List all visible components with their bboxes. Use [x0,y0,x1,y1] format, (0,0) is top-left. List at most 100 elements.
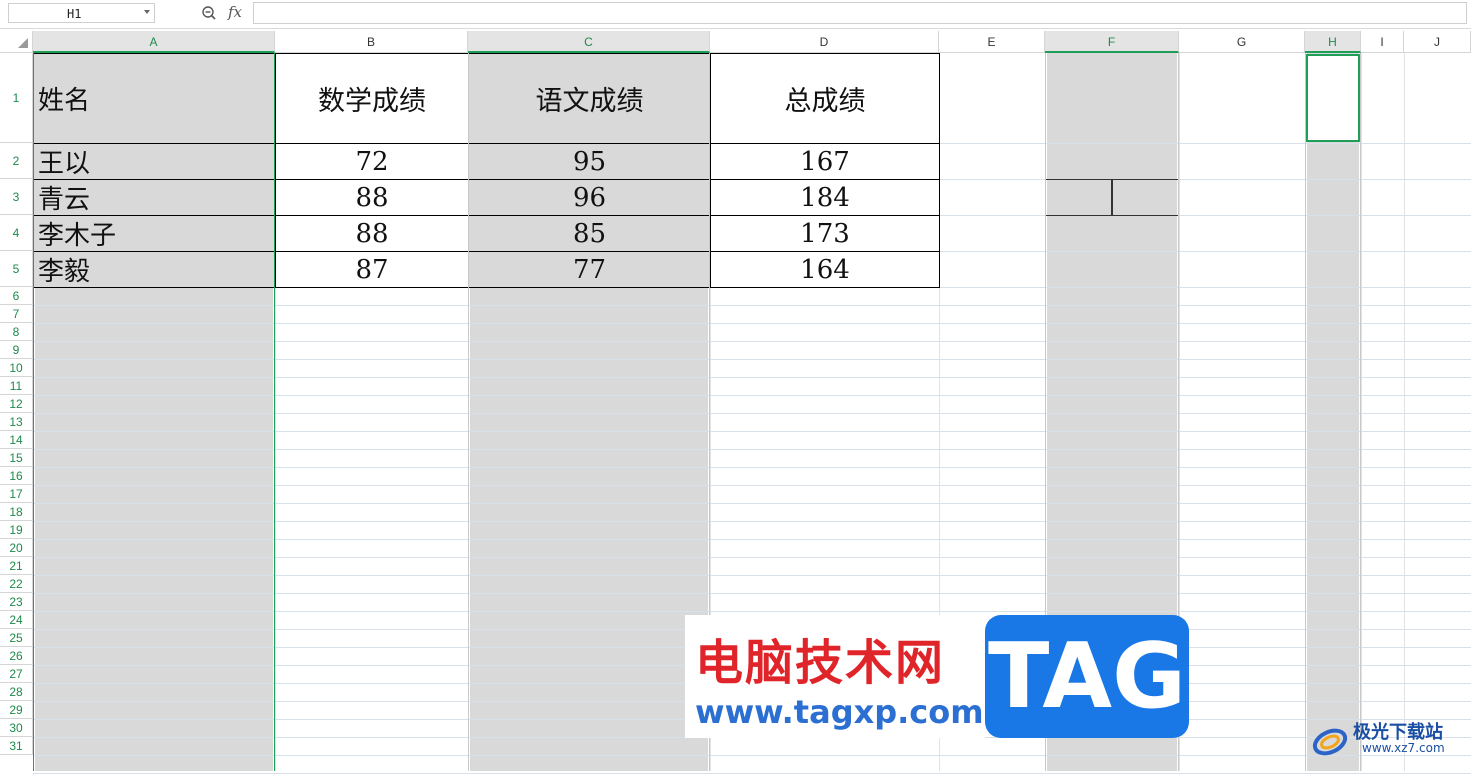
column-header-B[interactable]: B [275,31,468,53]
row-header-11[interactable]: 11 [0,377,33,395]
cell-D3[interactable]: 184 [710,179,940,216]
row-gridline [33,485,1471,486]
row-header-6[interactable]: 6 [0,287,33,305]
row-header-31[interactable]: 31 [0,737,33,755]
active-cell-H1[interactable] [1306,54,1360,142]
cell-B4[interactable]: 88 [275,215,469,252]
cell-B3[interactable]: 88 [275,179,469,216]
row-header-16[interactable]: 16 [0,467,33,485]
cell-B2[interactable]: 72 [275,143,469,180]
column-header-F[interactable]: F [1045,31,1179,53]
column-header-J[interactable]: J [1404,31,1471,53]
row-header-29[interactable]: 29 [0,701,33,719]
cell-A3[interactable]: 青云 [33,179,276,216]
row-gridline [33,377,1471,378]
row-header-15[interactable]: 15 [0,449,33,467]
row-gridline [33,521,1471,522]
row-header-22[interactable]: 22 [0,575,33,593]
row-header-18[interactable]: 18 [0,503,33,521]
row-header-12[interactable]: 12 [0,395,33,413]
cell-D4[interactable]: 173 [710,215,940,252]
row-gridline [33,467,1471,468]
f3-bordered-cell-2[interactable] [1112,179,1179,216]
row-gridline [33,323,1471,324]
row-header-14[interactable]: 14 [0,431,33,449]
cell-A5[interactable]: 李毅 [33,251,276,288]
row-header-27[interactable]: 27 [0,665,33,683]
formula-input[interactable] [253,2,1467,24]
row-gridline [33,593,1471,594]
row-gridline [33,449,1471,450]
cell-B5[interactable]: 87 [275,251,469,288]
selection-edge-A-0 [33,53,34,771]
row-header-19[interactable]: 19 [0,521,33,539]
cell-C5[interactable]: 77 [468,251,711,288]
zoom-out-icon[interactable] [201,5,217,21]
row-header-5[interactable]: 5 [0,251,33,287]
column-header-E[interactable]: E [939,31,1045,53]
selected-column-H [1307,53,1359,771]
selection-edge-H-1 [1360,53,1361,771]
watermark-url: www.tagxp.com [695,693,984,731]
header-cell-C[interactable]: 语文成绩 [468,53,711,144]
column-header-H[interactable]: H [1305,31,1361,53]
row-header-13[interactable]: 13 [0,413,33,431]
selection-edge-C-0 [468,53,469,771]
row-header-20[interactable]: 20 [0,539,33,557]
select-all-triangle-icon [18,38,28,48]
row-gridline [33,359,1471,360]
row-header-1[interactable]: 1 [0,53,33,143]
row-header-4[interactable]: 4 [0,215,33,251]
row-header-9[interactable]: 9 [0,341,33,359]
row-header-2[interactable]: 2 [0,143,33,179]
row-gridline [33,413,1471,414]
header-cell-A[interactable]: 姓名 [33,53,276,144]
column-header-G[interactable]: G [1179,31,1305,53]
row-header-28[interactable]: 28 [0,683,33,701]
row-gridline [33,305,1471,306]
row-gridline [33,395,1471,396]
f3-bordered-cell-1[interactable] [1045,179,1112,216]
row-header-21[interactable]: 21 [0,557,33,575]
cell-D5[interactable]: 164 [710,251,940,288]
row-header-17[interactable]: 17 [0,485,33,503]
name-box-value: H1 [67,7,82,21]
selection-edge-H-0 [1305,53,1306,771]
selection-edge-A-1 [274,53,275,771]
row-header-10[interactable]: 10 [0,359,33,377]
row-header-25[interactable]: 25 [0,629,33,647]
cell-A2[interactable]: 王以 [33,143,276,180]
row-header-24[interactable]: 24 [0,611,33,629]
row-header-23[interactable]: 23 [0,593,33,611]
fx-icon[interactable]: fx [228,3,242,21]
row-header-3[interactable]: 3 [0,179,33,215]
row-gridline [33,575,1471,576]
cell-A4[interactable]: 李木子 [33,215,276,252]
row-header-26[interactable]: 26 [0,647,33,665]
header-cell-D[interactable]: 总成绩 [710,53,940,144]
row-header-7[interactable]: 7 [0,305,33,323]
column-header-D[interactable]: D [710,31,939,53]
row-gridline [33,503,1471,504]
cell-D2[interactable]: 167 [710,143,940,180]
row-gridline [33,611,1471,612]
cell-C3[interactable]: 96 [468,179,711,216]
row-header-30[interactable]: 30 [0,719,33,737]
row-header-8[interactable]: 8 [0,323,33,341]
row-gridline [33,755,1471,756]
column-header-A[interactable]: A [33,31,275,53]
watermark-text-panel: 电脑技术网 www.tagxp.com [685,615,985,738]
cell-C2[interactable]: 95 [468,143,711,180]
watermark-tag-logo: TAG [985,615,1189,738]
cell-C4[interactable]: 85 [468,215,711,252]
header-cell-B[interactable]: 数学成绩 [275,53,469,144]
column-header-C[interactable]: C [468,31,710,53]
name-box-dropdown-icon[interactable] [144,10,150,14]
watermark-title: 电脑技术网 [695,635,946,691]
select-all-corner[interactable] [0,31,33,53]
name-box[interactable]: H1 [8,3,155,23]
watermark: 电脑技术网 www.tagxp.com TAG [685,615,1190,740]
column-header-I[interactable]: I [1361,31,1404,53]
site-logo: 极光下载站 www.xz7.com [1310,716,1470,766]
row-gridline [33,557,1471,558]
